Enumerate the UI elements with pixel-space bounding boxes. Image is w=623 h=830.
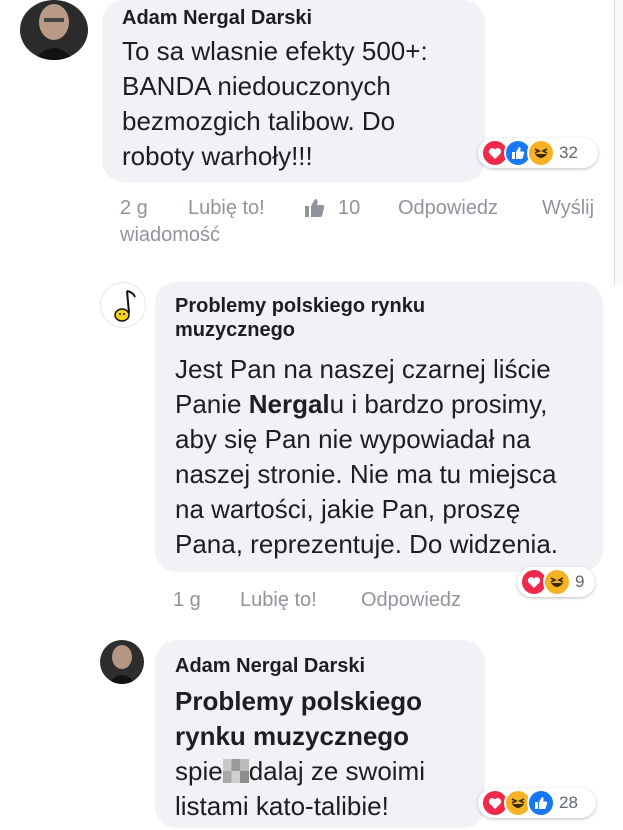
comment-bubble: Adam Nergal Darski To sa wlasnie efekty … bbox=[102, 0, 485, 182]
haha-reaction-icon bbox=[527, 139, 555, 167]
scrollbar[interactable] bbox=[614, 0, 623, 285]
reply-link[interactable]: Odpowiedz bbox=[361, 587, 461, 613]
comment-timestamp[interactable]: 1 g bbox=[173, 587, 201, 613]
comment-text: To sa wlasnie efekty 500+: BANDA niedouc… bbox=[122, 34, 482, 174]
reaction-count: 32 bbox=[559, 143, 578, 162]
reaction-count: 9 bbox=[575, 572, 585, 591]
send-message-link[interactable]: Wyślij bbox=[542, 195, 594, 221]
comment-text-line: roboty warhoły!!! bbox=[122, 141, 313, 171]
comment-timestamp[interactable]: 2 g bbox=[120, 195, 148, 221]
comment-text-line: BANDA niedouczonych bbox=[122, 71, 391, 101]
mention-link[interactable]: rynku muzycznego bbox=[175, 719, 480, 754]
text-part: spie bbox=[175, 756, 223, 786]
haha-reaction-icon bbox=[543, 568, 571, 596]
reactions-summary[interactable]: 32 bbox=[478, 138, 598, 168]
send-message-link-cont[interactable]: wiadomość bbox=[120, 222, 220, 248]
like-link[interactable]: Lubię to! bbox=[240, 587, 317, 613]
mention-link[interactable]: Problemy polskiego bbox=[175, 684, 480, 719]
comment-bubble: Problemy polskiego rynku muzycznego Jest… bbox=[155, 282, 603, 572]
comment-author[interactable]: Problemy polskiego rynku muzycznego bbox=[175, 294, 425, 342]
text-part: u i bardzo prosimy, bbox=[329, 389, 548, 419]
mention-link[interactable]: Nergal bbox=[249, 389, 330, 419]
reactions-summary[interactable]: 9 bbox=[517, 567, 595, 597]
avatar[interactable] bbox=[20, 0, 88, 60]
comment-author[interactable]: Adam Nergal Darski bbox=[175, 654, 365, 678]
comment-bubble: Adam Nergal Darski Problemy polskiego ry… bbox=[155, 640, 485, 828]
comment-text-line: To sa wlasnie efekty 500+: bbox=[122, 36, 428, 66]
text-part: Panie bbox=[175, 389, 249, 419]
comment-text-line: Pana, reprezentuje. Do widzenia. bbox=[175, 529, 559, 559]
comment-text-line: aby się Pan nie wypowiadał na bbox=[175, 424, 531, 454]
comment-actions: 1 g Lubię to! Odpowiedz bbox=[173, 587, 503, 615]
page-avatar[interactable] bbox=[100, 282, 146, 328]
comment-text: Problemy polskiego rynku muzycznego spie… bbox=[175, 684, 480, 824]
comment-text-line: naszej stronie. Nie ma tu miejsca bbox=[175, 459, 557, 489]
comment-text-line: Jest Pan na naszej czarnej liście bbox=[175, 354, 551, 384]
reaction-count: 28 bbox=[559, 793, 578, 812]
comment-actions: 2 g Lubię to! 10 Odpowiedz Wyślij wiadom… bbox=[120, 195, 600, 251]
comment-text-line: bezmozgich talibow. Do bbox=[122, 106, 396, 136]
text-part: dalaj ze swoimi bbox=[248, 756, 425, 786]
comment-text-line: listami kato-talibie! bbox=[175, 791, 389, 821]
thumbs-up-icon bbox=[304, 198, 326, 225]
pixelated-censor bbox=[222, 759, 249, 783]
comment-text: Jest Pan na naszej czarnej liście Panie … bbox=[175, 352, 600, 562]
like-link[interactable]: Lubię to! bbox=[188, 195, 265, 221]
comment-text-line: na wartości, jakie Pan, proszę bbox=[175, 494, 521, 524]
author-line: Problemy polskiego rynku bbox=[175, 295, 426, 317]
like-reaction-icon bbox=[527, 789, 555, 817]
author-line: muzycznego bbox=[175, 319, 296, 341]
comment-text-line: spie dalaj ze swoimi bbox=[175, 754, 480, 789]
comment-text-line: Panie Nergalu i bardzo prosimy, bbox=[175, 387, 600, 422]
reply-link[interactable]: Odpowiedz bbox=[398, 195, 498, 221]
like-count: 10 bbox=[338, 197, 361, 219]
comment-author[interactable]: Adam Nergal Darski bbox=[122, 6, 312, 30]
reactions-summary[interactable]: 28 bbox=[478, 788, 596, 818]
avatar[interactable] bbox=[100, 640, 144, 684]
